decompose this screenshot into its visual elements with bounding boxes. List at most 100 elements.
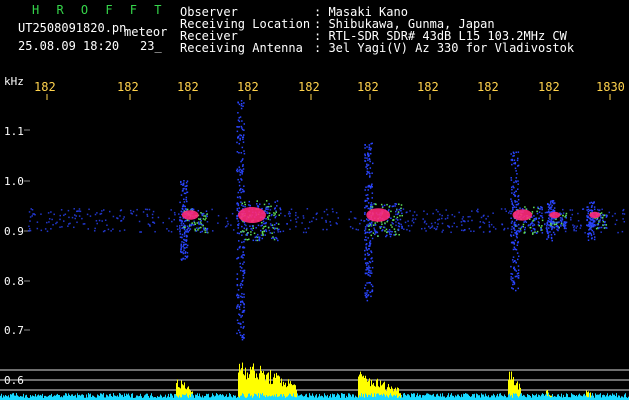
noise-speckle xyxy=(482,221,484,223)
echo-tail xyxy=(248,238,250,241)
noise-speckle xyxy=(86,213,89,216)
echo-speckle xyxy=(238,308,241,311)
noise-speckle xyxy=(153,222,156,224)
noise-speckle xyxy=(569,209,572,211)
echo-speckle xyxy=(513,186,515,189)
echo-speckle xyxy=(369,240,372,242)
noise-speckle xyxy=(404,221,407,224)
echo-speckle xyxy=(517,157,519,160)
echo-speckle xyxy=(240,295,242,298)
activity-bar xyxy=(245,367,246,400)
baseline-bar xyxy=(131,393,132,400)
baseline-bar xyxy=(618,395,619,400)
echo-tail xyxy=(533,215,535,217)
echo-tail xyxy=(271,237,273,240)
baseline-bar xyxy=(497,393,498,400)
baseline-bar xyxy=(7,396,8,400)
noise-speckle xyxy=(59,214,61,217)
baseline-bar xyxy=(453,395,454,400)
noise-speckle xyxy=(562,208,564,211)
echo-speckle xyxy=(182,183,184,185)
noise-speckle xyxy=(304,227,307,230)
echo-speckle xyxy=(240,104,243,107)
echo-speckle xyxy=(550,219,552,221)
echo-speckle xyxy=(549,203,552,205)
baseline-bar xyxy=(272,395,273,400)
noise-speckle xyxy=(410,224,413,227)
echo-speckle xyxy=(238,240,240,242)
baseline-bar xyxy=(536,393,537,400)
echo-speckle xyxy=(551,239,553,242)
echo-speckle xyxy=(241,159,243,162)
echo-speckle xyxy=(179,201,181,204)
echo-speckle xyxy=(590,206,593,208)
echo-tail xyxy=(261,230,264,233)
echo-speckle xyxy=(550,234,553,236)
baseline-bar xyxy=(395,395,396,400)
echo-speckle xyxy=(239,334,242,336)
echo-speckle xyxy=(369,172,371,175)
echo-tail xyxy=(530,222,533,225)
noise-speckle xyxy=(623,213,626,215)
echo-speckle xyxy=(587,235,590,238)
echo-speckle xyxy=(366,252,369,255)
baseline-bar xyxy=(200,396,201,400)
echo-tail xyxy=(393,234,395,236)
baseline-bar xyxy=(137,395,138,400)
noise-speckle xyxy=(478,226,481,229)
noise-speckle xyxy=(360,219,363,222)
echo-speckle xyxy=(369,160,371,163)
echo-tail xyxy=(267,226,270,229)
baseline-bar xyxy=(376,393,377,400)
echo-speckle xyxy=(367,159,369,161)
noise-speckle xyxy=(217,222,219,224)
noise-speckle xyxy=(176,228,179,231)
echo-tail xyxy=(206,213,208,215)
echo-speckle xyxy=(241,335,244,337)
echo-speckle xyxy=(371,289,374,291)
baseline-bar xyxy=(77,393,78,400)
echo-tail xyxy=(390,233,392,236)
baseline-bar xyxy=(580,395,581,400)
echo-speckle xyxy=(586,209,588,211)
echo-tail xyxy=(196,222,199,224)
echo-tail xyxy=(189,228,192,230)
baseline-bar xyxy=(401,394,402,400)
echo-speckle xyxy=(514,200,516,202)
echo-speckle xyxy=(239,116,242,118)
noise-speckle xyxy=(231,212,234,215)
baseline-bar xyxy=(567,394,568,400)
baseline-bar xyxy=(113,393,114,400)
echo-speckle xyxy=(371,186,373,188)
echo-tail xyxy=(195,230,198,232)
echo-speckle xyxy=(236,217,239,220)
baseline-bar xyxy=(530,395,531,400)
baseline-bar xyxy=(316,394,317,400)
noise-speckle xyxy=(414,218,417,220)
echo-speckle xyxy=(370,221,373,224)
echo-tail xyxy=(249,204,251,207)
noise-speckle xyxy=(171,220,173,223)
baseline-bar xyxy=(171,393,172,400)
noise-speckle xyxy=(581,208,584,210)
echo-tail xyxy=(541,219,544,222)
activity-bar xyxy=(181,380,182,400)
noise-speckle xyxy=(460,229,463,232)
baseline-bar xyxy=(472,394,473,400)
echo-speckle xyxy=(239,171,242,174)
echo-speckle xyxy=(243,241,245,243)
echo-speckle xyxy=(242,263,244,265)
echo-speckle xyxy=(511,220,513,223)
echo-tail xyxy=(524,206,526,208)
echo-speckle xyxy=(236,232,239,234)
noise-speckle xyxy=(473,230,475,233)
echo-speckle xyxy=(369,281,371,284)
baseline-bar xyxy=(332,393,333,400)
baseline-bar xyxy=(534,395,535,400)
echo-speckle xyxy=(366,262,368,264)
echo-tail xyxy=(273,224,276,226)
baseline-bar xyxy=(624,394,625,400)
echo-speckle xyxy=(243,303,245,305)
echo-tail xyxy=(398,233,400,236)
echo-tail xyxy=(556,225,558,228)
